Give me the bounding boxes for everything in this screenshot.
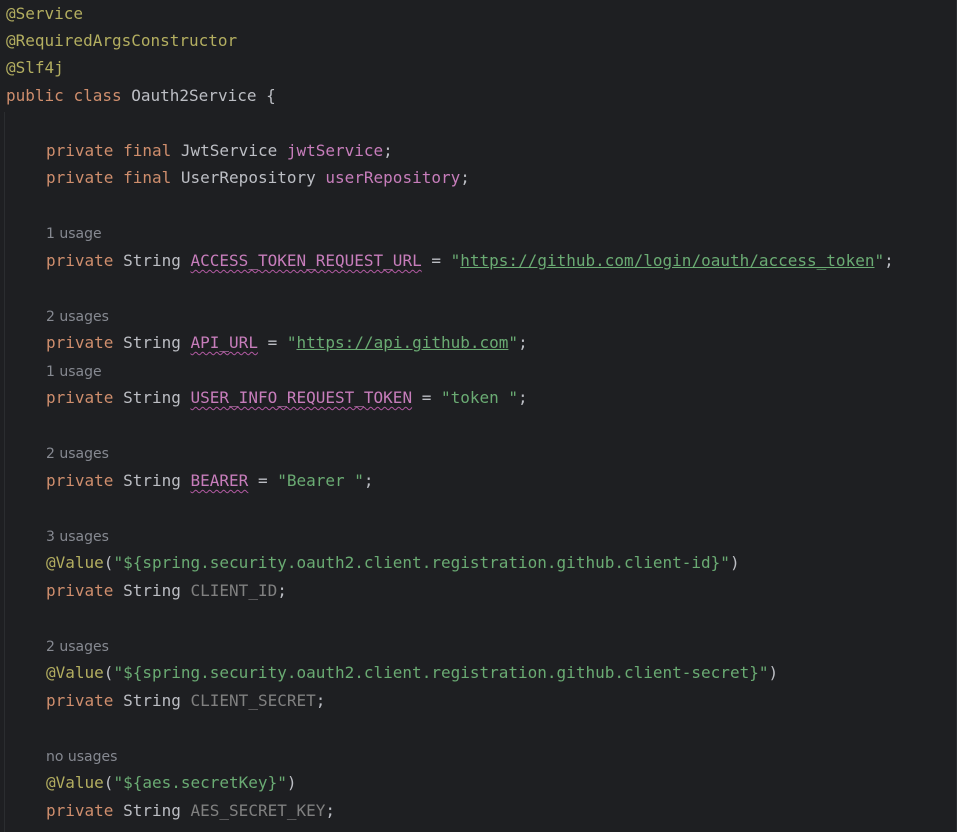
semicolon: ; [277, 581, 287, 600]
url-link[interactable]: https://api.github.com [297, 333, 509, 352]
keyword-private: private [46, 691, 114, 710]
semicolon: ; [518, 388, 528, 407]
field-name: jwtService [286, 141, 384, 160]
code-line-value-annotation-aes[interactable]: @Value("${aes.secretKey}") [46, 771, 296, 795]
type-name: String [123, 691, 181, 710]
code-line-annotation-service[interactable]: @Service [6, 2, 83, 26]
semicolon: ; [518, 333, 528, 352]
semicolon: ; [363, 471, 374, 490]
usage-hint[interactable]: 3 usages [46, 527, 109, 547]
keyword-final: final [123, 141, 172, 160]
type-name: String [123, 801, 181, 820]
semicolon: ; [325, 801, 336, 820]
code-line-annotation-required-args[interactable]: @RequiredArgsConstructor [6, 29, 237, 53]
code-line-user-repository-field[interactable]: private final UserRepository userReposit… [46, 166, 470, 190]
operator: = [257, 333, 287, 352]
semicolon: ; [884, 251, 894, 270]
paren: ( [103, 773, 114, 792]
code-line-annotation-slf4j[interactable]: @Slf4j [6, 56, 64, 80]
field-name: BEARER [190, 471, 249, 490]
keyword-class: class [73, 86, 122, 105]
usage-hint[interactable]: 1 usage [46, 362, 102, 382]
keyword-private: private [46, 581, 114, 600]
field-name: CLIENT_SECRET [190, 691, 316, 710]
type-name: String [123, 388, 181, 407]
field-name: AES_SECRET_KEY [190, 801, 326, 820]
code-line-value-annotation-client-secret[interactable]: @Value("${spring.security.oauth2.client.… [46, 661, 778, 685]
field-name: userRepository [325, 168, 461, 187]
code-line-access-token-url[interactable]: private String ACCESS_TOKEN_REQUEST_URL … [46, 249, 894, 273]
keyword-private: private [46, 141, 114, 160]
field-name: USER_INFO_REQUEST_TOKEN [190, 388, 413, 407]
operator: = [421, 251, 451, 270]
type-name: JwtService [171, 141, 287, 160]
usage-hint[interactable]: 2 usages [46, 637, 109, 657]
usage-hint[interactable]: 2 usages [46, 444, 109, 464]
string-literal: "Bearer " [277, 471, 364, 490]
code-line-class-declaration[interactable]: public class Oauth2Service { [6, 84, 276, 108]
type-name: String [123, 581, 181, 600]
code-line-client-id[interactable]: private String CLIENT_ID; [46, 579, 287, 603]
string-quote: " [450, 251, 461, 270]
annotation-value: @Value [46, 773, 104, 792]
field-name: ACCESS_TOKEN_REQUEST_URL [190, 251, 422, 270]
string-quote: " [874, 251, 885, 270]
type-name: UserRepository [171, 168, 326, 187]
keyword-private: private [46, 471, 114, 490]
code-line-api-url[interactable]: private String API_URL = "https://api.gi… [46, 331, 528, 355]
keyword-private: private [46, 333, 114, 352]
code-line-value-annotation-client-id[interactable]: @Value("${spring.security.oauth2.client.… [46, 551, 740, 575]
paren: ) [286, 773, 297, 792]
code-line-user-info-token[interactable]: private String USER_INFO_REQUEST_TOKEN =… [46, 386, 528, 410]
usage-hint[interactable]: no usages [46, 747, 117, 767]
string-quote: " [508, 333, 519, 352]
indent-guide [4, 112, 5, 832]
keyword-private: private [46, 801, 114, 820]
paren: ) [729, 553, 740, 572]
code-editor[interactable]: @Service @RequiredArgsConstructor @Slf4j… [0, 0, 957, 832]
code-line-jwt-service-field[interactable]: private final JwtService jwtService; [46, 139, 393, 163]
field-name: API_URL [190, 333, 258, 352]
string-literal: "${spring.security.oauth2.client.registr… [113, 553, 730, 572]
code-line-client-secret[interactable]: private String CLIENT_SECRET; [46, 689, 325, 713]
operator: = [412, 388, 441, 407]
semicolon: ; [383, 141, 393, 160]
type-name: String [123, 251, 181, 270]
operator: = [248, 471, 278, 490]
annotation-value: @Value [46, 663, 104, 682]
string-literal: "token " [440, 388, 519, 407]
paren: ( [103, 663, 114, 682]
usage-hint[interactable]: 1 usage [46, 224, 102, 244]
paren: ) [768, 663, 779, 682]
annotation-value: @Value [46, 553, 104, 572]
type-name: String [123, 333, 181, 352]
code-line-bearer[interactable]: private String BEARER = "Bearer "; [46, 469, 374, 493]
semicolon: ; [315, 691, 326, 710]
url-link[interactable]: https://github.com/login/oauth/access_to… [460, 251, 874, 270]
keyword-private: private [46, 168, 114, 187]
string-quote: " [286, 333, 297, 352]
field-name: CLIENT_ID [190, 581, 278, 600]
semicolon: ; [460, 168, 470, 187]
keyword-final: final [123, 168, 172, 187]
string-literal: "${aes.secretKey}" [113, 773, 287, 792]
keyword-private: private [46, 251, 114, 270]
type-name: String [123, 471, 181, 490]
string-literal: "${spring.security.oauth2.client.registr… [113, 663, 769, 682]
paren: ( [103, 553, 114, 572]
class-name: Oauth2Service { [121, 86, 276, 105]
keyword-public: public [6, 86, 64, 105]
keyword-private: private [46, 388, 114, 407]
usage-hint[interactable]: 2 usages [46, 307, 109, 327]
code-line-aes-secret-key[interactable]: private String AES_SECRET_KEY; [46, 799, 335, 823]
